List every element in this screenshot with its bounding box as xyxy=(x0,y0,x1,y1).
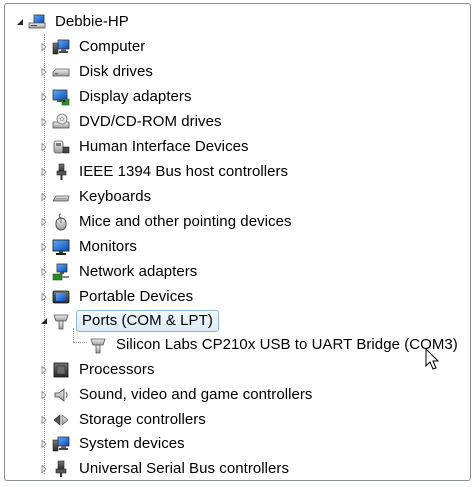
tree-item-label: Display adapters xyxy=(79,88,192,105)
tree-item-display-adapters[interactable]: Display adapters xyxy=(39,85,195,109)
usb-icon xyxy=(52,460,70,478)
tree-item-label: Mice and other pointing devices xyxy=(79,213,292,230)
tree-item-silicon-labs-cp210x-com3[interactable]: Silicon Labs CP210x USB to UART Bridge (… xyxy=(89,333,461,357)
tree-item-label: Sound, video and game controllers xyxy=(79,386,313,403)
mouse-cursor-icon xyxy=(425,347,441,372)
expand-arrow-icon[interactable] xyxy=(39,408,49,432)
computer-icon xyxy=(52,38,70,56)
device-manager-tree-panel: Debbie-HP Computer Disk drives Display a… xyxy=(4,3,471,481)
tree-item-label: Ports (COM & LPT) xyxy=(76,310,219,332)
tree-item-human-interface-devices[interactable]: Human Interface Devices xyxy=(39,135,252,159)
tree-item-processors[interactable]: Processors xyxy=(39,358,158,382)
tree-item-label: Silicon Labs CP210x USB to UART Bridge (… xyxy=(116,336,458,353)
tree-item-label: Network adapters xyxy=(79,263,198,280)
tree-item-label: Universal Serial Bus controllers xyxy=(79,460,290,477)
tree-item-system-devices[interactable]: System devices xyxy=(39,432,188,456)
tree-item-computer[interactable]: Computer xyxy=(39,35,148,59)
system-device-icon xyxy=(52,435,70,453)
hid-icon xyxy=(52,138,70,156)
tree-item-label: Keyboards xyxy=(79,188,152,205)
tree-item-network-adapters[interactable]: Network adapters xyxy=(39,260,200,284)
tree-item-portable-devices[interactable]: Portable Devices xyxy=(39,285,196,309)
tree-item-label: Monitors xyxy=(79,238,137,255)
tree-item-label: Debbie-HP xyxy=(55,13,129,30)
tree-item-label: Storage controllers xyxy=(79,411,206,428)
tree-item-ports-com-lpt[interactable]: Ports (COM & LPT) xyxy=(39,309,219,333)
tree-item-label: Disk drives xyxy=(79,63,153,80)
dvd-drive-icon xyxy=(52,113,70,131)
tree-item-monitors[interactable]: Monitors xyxy=(39,235,140,259)
expand-arrow-icon[interactable] xyxy=(39,285,49,309)
expand-arrow-icon[interactable] xyxy=(39,35,49,59)
expand-arrow-icon[interactable] xyxy=(39,85,49,109)
storage-controller-icon xyxy=(52,411,70,429)
tree-item-sound-video-and-game-controllers[interactable]: Sound, video and game controllers xyxy=(39,383,315,407)
tree-item-label: Computer xyxy=(79,38,146,55)
expand-arrow-icon[interactable] xyxy=(39,235,49,259)
tree-item-dvd-cd-rom-drives[interactable]: DVD/CD-ROM drives xyxy=(39,110,225,134)
disk-drive-icon xyxy=(52,63,70,81)
expand-arrow-icon[interactable] xyxy=(39,185,49,209)
expand-arrow-icon[interactable] xyxy=(39,160,49,184)
collapse-arrow-icon[interactable] xyxy=(39,309,49,333)
port-icon xyxy=(89,336,107,354)
expand-arrow-icon[interactable] xyxy=(39,358,49,382)
expand-arrow-icon[interactable] xyxy=(39,110,49,134)
tree-item-mice-and-other-pointing-devices[interactable]: Mice and other pointing devices xyxy=(39,210,295,234)
device-tree: Debbie-HP Computer Disk drives Display a… xyxy=(5,4,470,480)
tree-item-label: Processors xyxy=(79,361,155,378)
expand-arrow-icon[interactable] xyxy=(39,60,49,84)
tree-item-label: System devices xyxy=(79,435,185,452)
expand-arrow-icon[interactable] xyxy=(39,432,49,456)
display-adapter-icon xyxy=(52,88,70,106)
expand-arrow-icon[interactable] xyxy=(39,260,49,284)
tree-item-label: IEEE 1394 Bus host controllers xyxy=(79,163,289,180)
mouse-icon xyxy=(52,213,70,231)
tree-item-label: DVD/CD-ROM drives xyxy=(79,113,222,130)
network-adapter-icon xyxy=(52,263,70,281)
portable-device-icon xyxy=(52,288,70,306)
collapse-arrow-icon[interactable] xyxy=(15,10,25,34)
tree-item-label: Portable Devices xyxy=(79,288,194,305)
expand-arrow-icon[interactable] xyxy=(39,383,49,407)
monitor-icon xyxy=(52,238,70,256)
sound-icon xyxy=(52,386,70,404)
tree-item-root[interactable]: Debbie-HP xyxy=(15,10,132,34)
tree-item-label: Human Interface Devices xyxy=(79,138,249,155)
ieee1394-icon xyxy=(52,163,70,181)
tree-item-keyboards[interactable]: Keyboards xyxy=(39,185,154,209)
keyboard-icon xyxy=(52,188,70,206)
tree-item-ieee-1394-bus-host-controllers[interactable]: IEEE 1394 Bus host controllers xyxy=(39,160,291,184)
port-icon xyxy=(52,312,70,330)
tree-line-child xyxy=(73,342,87,344)
tree-item-storage-controllers[interactable]: Storage controllers xyxy=(39,408,209,432)
tree-item-disk-drives[interactable]: Disk drives xyxy=(39,60,156,84)
expand-arrow-icon[interactable] xyxy=(39,457,49,481)
tree-item-universal-serial-bus-controllers[interactable]: Universal Serial Bus controllers xyxy=(39,457,292,481)
computer-icon xyxy=(28,13,46,31)
expand-arrow-icon[interactable] xyxy=(39,135,49,159)
processor-icon xyxy=(52,361,70,379)
expand-arrow-icon[interactable] xyxy=(39,210,49,234)
